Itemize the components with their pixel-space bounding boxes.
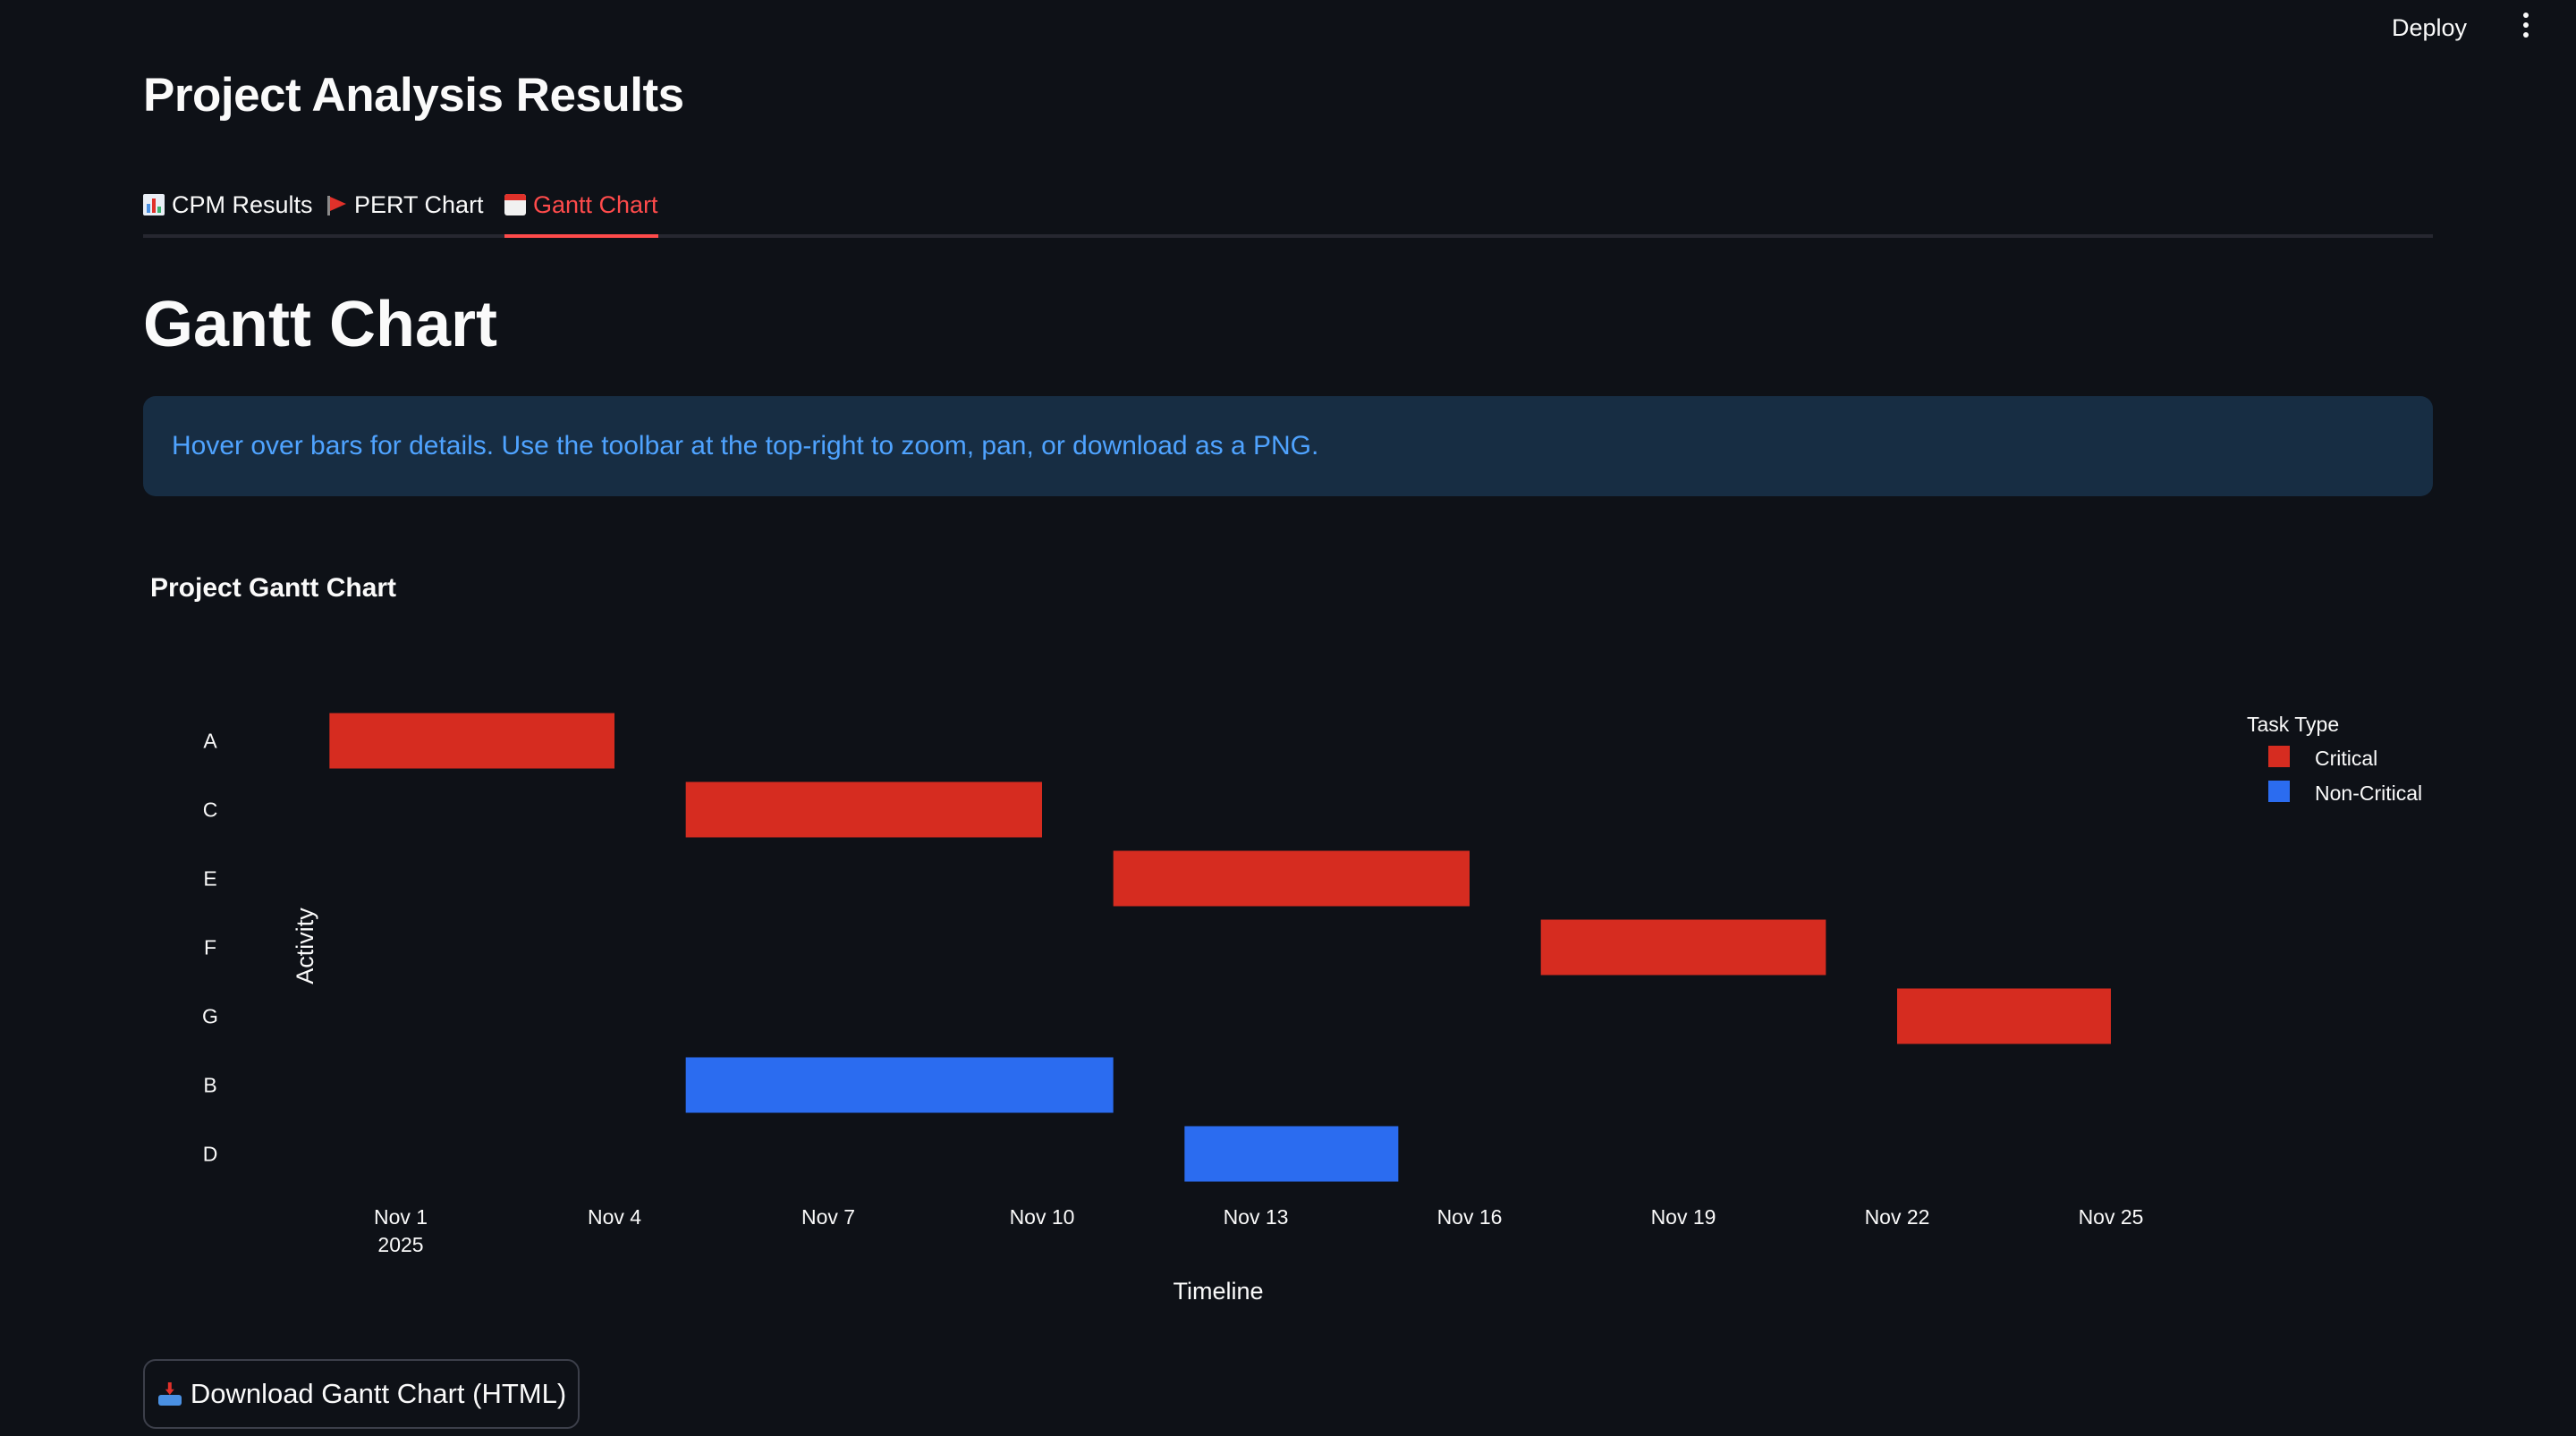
info-alert: Hover over bars for details. Use the too… — [143, 396, 2433, 496]
x-tick-sublabel: 2025 — [377, 1233, 423, 1256]
x-tick-label: Nov 1 — [374, 1205, 428, 1229]
x-axis-label: Timeline — [1173, 1278, 1263, 1305]
tab-pert-chart[interactable]: PERT Chart — [326, 179, 484, 231]
download-button-label: Download Gantt Chart (HTML) — [190, 1378, 567, 1409]
top-bar: Deploy — [0, 0, 2576, 54]
x-tick-label: Nov 22 — [1865, 1205, 1930, 1229]
legend-title: Task Type — [2247, 713, 2339, 736]
gantt-bar-c[interactable] — [685, 781, 1042, 838]
legend-label-non-critical[interactable]: Non-Critical — [2315, 781, 2422, 805]
page-title: Project Analysis Results — [143, 69, 684, 122]
x-tick-label: Nov 4 — [588, 1205, 641, 1229]
tab-label: PERT Chart — [354, 190, 484, 218]
tab-cpm-results[interactable]: CPM Results — [143, 179, 313, 231]
bars-layer — [329, 713, 2111, 1182]
gantt-chart[interactable]: Project Gantt Chart Activity Timeline A C… — [143, 554, 2433, 1323]
y-tick-label: C — [203, 798, 218, 822]
x-tick-label: Nov 10 — [1010, 1205, 1075, 1229]
bar-chart-icon — [143, 194, 165, 215]
download-gantt-button[interactable]: Download Gantt Chart (HTML) — [143, 1359, 580, 1429]
outbox-tray-icon — [157, 1381, 183, 1407]
deploy-button[interactable]: Deploy — [2385, 9, 2474, 47]
y-ticks: A C E F G B D — [202, 730, 218, 1166]
gantt-chart-svg[interactable]: Project Gantt Chart Activity Timeline A C… — [143, 554, 2433, 1323]
gantt-bar-g[interactable] — [1897, 988, 2111, 1044]
x-tick-label: Nov 7 — [801, 1205, 855, 1229]
legend-swatch-critical — [2268, 746, 2290, 767]
calendar-icon — [504, 194, 526, 215]
gantt-bar-d[interactable] — [1184, 1126, 1399, 1182]
y-tick-label: D — [203, 1143, 218, 1166]
tab-bar: CPM Results PERT Chart Gantt Chart — [143, 170, 2433, 238]
gantt-bar-a[interactable] — [329, 713, 614, 769]
gantt-bar-f[interactable] — [1540, 919, 1826, 976]
gantt-bar-b[interactable] — [685, 1057, 1114, 1113]
y-tick-label: A — [203, 730, 217, 753]
kebab-menu-icon[interactable] — [2512, 11, 2540, 39]
chart-title: Project Gantt Chart — [150, 573, 396, 603]
tab-label: CPM Results — [172, 190, 313, 218]
tab-gantt-chart[interactable]: Gantt Chart — [504, 179, 658, 238]
flag-icon — [326, 194, 347, 215]
x-tick-label: Nov 13 — [1224, 1205, 1289, 1229]
x-tick-label: Nov 25 — [2079, 1205, 2144, 1229]
x-ticks: Nov 1 2025 Nov 4 Nov 7 Nov 10 Nov 13 Nov 16 Nov… — [374, 1205, 2143, 1256]
legend-label-critical[interactable]: Critical — [2315, 747, 2377, 770]
legend-swatch-non-critical — [2268, 781, 2290, 802]
y-tick-label: E — [203, 867, 216, 891]
y-tick-label: B — [203, 1074, 216, 1097]
legend[interactable]: Task Type Critical Non-Critical — [2247, 713, 2422, 805]
x-tick-label: Nov 19 — [1651, 1205, 1716, 1229]
y-axis-label: Activity — [292, 908, 318, 984]
section-title: Gantt Chart — [143, 289, 497, 360]
y-tick-label: G — [202, 1005, 218, 1028]
gantt-bar-e[interactable] — [1113, 850, 1470, 907]
info-text: Hover over bars for details. Use the too… — [172, 431, 1319, 460]
tab-label: Gantt Chart — [533, 190, 658, 218]
x-tick-label: Nov 16 — [1437, 1205, 1503, 1229]
y-tick-label: F — [204, 936, 216, 959]
